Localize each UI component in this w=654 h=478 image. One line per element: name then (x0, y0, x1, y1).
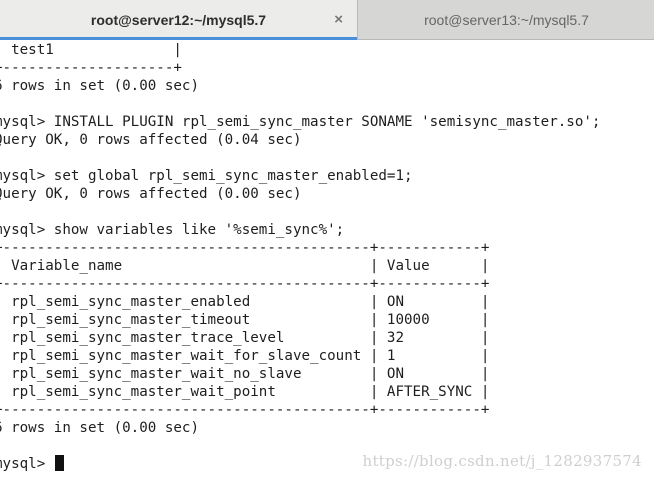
terminal-line: | test1 | (0, 41, 600, 59)
terminal-line: | rpl_semi_sync_master_wait_for_slave_co… (0, 347, 600, 365)
terminal-line-text: Query OK, 0 rows affected (0.04 sec) (0, 132, 302, 148)
terminal-line-text: 6 rows in set (0.00 sec) (0, 420, 199, 436)
terminal-line-text: mysql> show variables like '%semi_sync%'… (0, 222, 345, 238)
terminal-line: 6 rows in set (0.00 sec) (0, 77, 600, 95)
terminal-line-text: Query OK, 0 rows affected (0.00 sec) (0, 186, 302, 202)
terminal-line-text: | Variable_name | Value | (0, 258, 490, 274)
terminal-line-text: mysql> set global rpl_semi_sync_master_e… (0, 168, 413, 184)
terminal-line: 6 rows in set (0.00 sec) (0, 419, 600, 437)
terminal-line: | rpl_semi_sync_master_timeout | 10000 | (0, 311, 600, 329)
terminal-line: +---------------------------------------… (0, 239, 600, 257)
terminal-line: Query OK, 0 rows affected (0.00 sec) (0, 185, 600, 203)
terminal-line: | rpl_semi_sync_master_trace_level | 32 … (0, 329, 600, 347)
terminal-line: +---------------------------------------… (0, 401, 600, 419)
tab-title: root@server12:~/mysql5.7 (90, 12, 267, 28)
terminal-line: Query OK, 0 rows affected (0.04 sec) (0, 131, 600, 149)
tab-server12[interactable]: root@server12:~/mysql5.7 × (0, 0, 358, 40)
terminal-line-text: | rpl_semi_sync_master_wait_for_slave_co… (0, 348, 490, 364)
terminal-line: | Variable_name | Value | (0, 257, 600, 275)
terminal-line-text: mysql> INSTALL PLUGIN rpl_semi_sync_mast… (0, 114, 601, 130)
terminal-line: mysql> INSTALL PLUGIN rpl_semi_sync_mast… (0, 113, 600, 131)
terminal-line-text: | test1 | (0, 42, 182, 58)
terminal-line-text: | rpl_semi_sync_master_trace_level | 32 … (0, 330, 490, 346)
terminal-line-text: | rpl_semi_sync_master_wait_no_slave | O… (0, 366, 490, 382)
terminal-line: mysql> show variables like '%semi_sync%'… (0, 221, 600, 239)
terminal-line-text: +---------------------------------------… (0, 276, 490, 292)
terminal-line: | rpl_semi_sync_master_wait_no_slave | O… (0, 365, 600, 383)
terminal-line: +---------------------------------------… (0, 275, 600, 293)
terminal-line-text: mysql> (0, 456, 46, 472)
watermark: https://blog.csdn.net/j_1282937574 (362, 452, 642, 470)
close-icon[interactable]: × (334, 11, 343, 28)
terminal-line: | rpl_semi_sync_master_enabled | ON | (0, 293, 600, 311)
tab-bar: root@server12:~/mysql5.7 × root@server13… (0, 0, 654, 40)
terminal-line-text: +---------------------------------------… (0, 402, 490, 418)
terminal-line-text: +--------------------+ (0, 60, 182, 76)
tab-title: root@server13:~/mysql5.7 (424, 12, 589, 28)
terminal-output[interactable]: | test1 | +--------------------+ 6 rows in… (0, 40, 654, 478)
terminal-line-text: | rpl_semi_sync_master_enabled | ON | (0, 294, 490, 310)
terminal-line-text: | rpl_semi_sync_master_wait_point | AFTE… (0, 384, 490, 400)
terminal-line: mysql> set global rpl_semi_sync_master_e… (0, 167, 600, 185)
terminal-line: +--------------------+ (0, 59, 600, 77)
text-cursor (54, 455, 64, 471)
terminal-line-text: | rpl_semi_sync_master_timeout | 10000 | (0, 312, 490, 328)
tab-server13[interactable]: root@server13:~/mysql5.7 (359, 0, 654, 40)
terminal-line-text: +---------------------------------------… (0, 240, 490, 256)
terminal-lines: | test1 | +--------------------+ 6 rows in… (0, 41, 600, 473)
terminal-line: | rpl_semi_sync_master_wait_point | AFTE… (0, 383, 600, 401)
terminal-line-text: 6 rows in set (0.00 sec) (0, 78, 199, 94)
